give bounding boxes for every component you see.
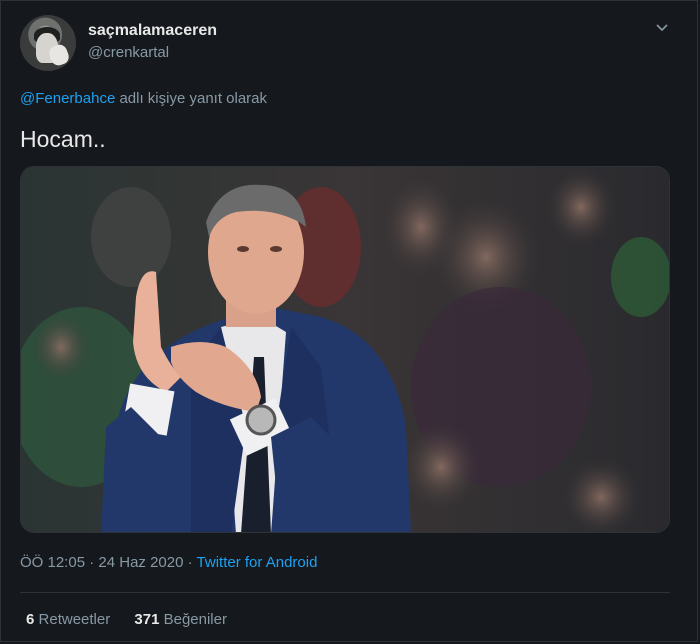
- tweet-photo[interactable]: [20, 166, 670, 533]
- like-count: 371: [134, 611, 160, 628]
- photo-coach-clapping: [21, 167, 669, 532]
- tweet-date[interactable]: 24 Haz 2020: [98, 554, 183, 571]
- tweet-meta: ÖÖ 12:05 · 24 Haz 2020 · Twitter for And…: [20, 554, 318, 571]
- display-name[interactable]: saçmalamaceren: [88, 22, 217, 40]
- source-app-link[interactable]: Twitter for Android: [197, 554, 318, 571]
- mention-link[interactable]: @Fenerbahce: [20, 90, 115, 107]
- engagement-stats: 6 Retweetler 371 Beğeniler: [26, 611, 247, 628]
- retweet-label: Retweetler: [38, 611, 111, 628]
- reply-context: @Fenerbahce adlı kişiye yanıt olarak: [20, 90, 267, 107]
- retweet-count: 6: [26, 611, 35, 628]
- reply-label: adlı kişiye yanıt olarak: [115, 90, 268, 107]
- divider: [20, 592, 670, 593]
- tweet-time[interactable]: ÖÖ 12:05: [20, 554, 85, 571]
- retweets-stat[interactable]: 6 Retweetler: [26, 611, 110, 628]
- tweet-text: Hocam..: [20, 126, 106, 152]
- chevron-down-icon[interactable]: [654, 20, 670, 36]
- likes-stat[interactable]: 371 Beğeniler: [134, 611, 227, 628]
- avatar[interactable]: [20, 15, 76, 71]
- like-label: Beğeniler: [163, 611, 227, 628]
- user-handle[interactable]: @crenkartal: [88, 44, 169, 61]
